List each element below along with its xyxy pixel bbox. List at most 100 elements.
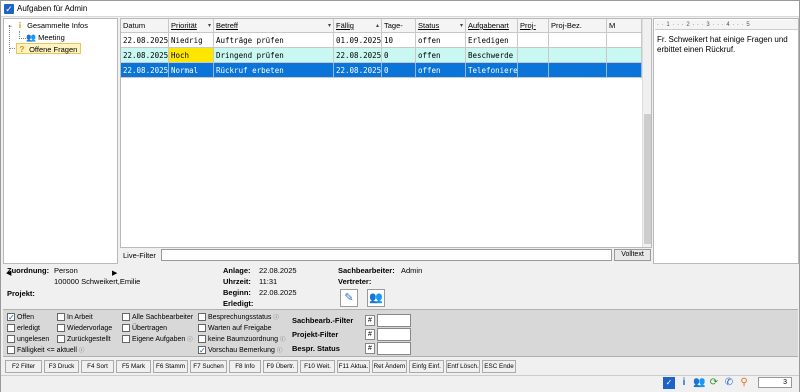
f9-uebertr-button[interactable]: F9 Übertr. [263, 360, 298, 373]
collapse-icon[interactable]: − [5, 22, 15, 33]
einfg-einf-button[interactable]: Einfg Einf. [409, 360, 444, 373]
f7-suchen-button[interactable]: F7 Suchen [190, 360, 227, 373]
checkbox[interactable] [57, 313, 65, 321]
filter-erledigt[interactable]: erledigt [7, 324, 40, 333]
task-grid[interactable]: Datum Priorität ▾ Betreff ▾ Fällig ▴ Tage- … [120, 18, 652, 248]
f4-sort-button[interactable]: F4 Sort [81, 360, 114, 373]
note-panel[interactable]: · · 1 · · · 2 · · · 3 · · · 4 · · · 5 Fr… [653, 18, 799, 264]
page-number-field[interactable]: 3 [758, 377, 792, 388]
f5-mark-button[interactable]: F5 Mark [116, 360, 151, 373]
filter-ungelesen[interactable]: ungelesen [7, 335, 49, 344]
table-row[interactable]: 22.08.2025 Hoch Dringend prüfen 22.08.20… [121, 48, 642, 63]
filter-offen[interactable]: ✓ Offen [7, 313, 34, 322]
column-header-proj-bez[interactable]: Proj-Bez. [549, 19, 607, 33]
tree-item-meeting[interactable]: 👥 Meeting [26, 32, 65, 43]
checkbox[interactable] [122, 324, 130, 332]
checkbox-label: Übertragen [132, 325, 168, 332]
phone-icon[interactable]: ✆ [723, 377, 735, 389]
location-pin-icon[interactable]: ⚲ [738, 377, 750, 389]
info-icon[interactable]: i [678, 377, 690, 389]
filter-warten-auf-freigabe[interactable]: Warten auf Freigabe [198, 324, 272, 333]
checkbox[interactable] [7, 346, 15, 354]
projekt-label: Projekt: [7, 289, 35, 298]
f8-info-button[interactable]: F8 Info [229, 360, 261, 373]
note-text[interactable]: Fr. Schweikert hat einige Fragen und erb… [657, 35, 797, 55]
checkbox-checked[interactable]: ✓ [7, 313, 15, 322]
contacts-icon[interactable]: 👥 [367, 289, 385, 307]
projekt-filter-input[interactable] [377, 328, 411, 341]
ret-aendern-button[interactable]: Ret Ändern [372, 360, 407, 373]
refresh-icon[interactable]: ⟳ [708, 377, 720, 389]
cell-tage: 0 [382, 48, 416, 63]
filter-vorschau-bemerkung[interactable]: ✓ Vorschau Bemerkung ⓘ [198, 346, 282, 355]
info-icon[interactable]: ⓘ [280, 337, 286, 343]
category-tree[interactable]: − i Gesammelte Infos 👥 Meeting ? Offene F… [3, 18, 118, 277]
filter-eigene-aufgaben[interactable]: Eigene Aufgaben ⓘ [122, 335, 193, 344]
f10-weit-button[interactable]: F10 Weit. [300, 360, 335, 373]
cell-proj-bez [549, 33, 607, 48]
column-header-tage[interactable]: Tage- [382, 19, 416, 33]
checkbox-icon[interactable]: ✓ [663, 377, 675, 389]
column-header-proj[interactable]: Proj- [518, 19, 549, 33]
column-header-m[interactable]: M [607, 19, 642, 33]
scroll-right-icon[interactable]: ▶ [112, 269, 117, 277]
checkbox[interactable] [198, 313, 206, 321]
info-icon[interactable]: ⓘ [79, 348, 85, 354]
cell-proj [518, 48, 549, 63]
entf-loesch-button[interactable]: Entf Lösch. [446, 360, 480, 373]
f6-stamm-button[interactable]: F6 Stamm [153, 360, 188, 373]
tree-item-gesammelte-infos[interactable]: − i Gesammelte Infos [5, 20, 88, 31]
tree-item-offene-fragen[interactable]: ? Offene Fragen [16, 43, 82, 54]
checkbox-label: Wiedervorlage [67, 325, 113, 332]
checkbox[interactable] [7, 324, 15, 332]
column-header-aufgabenart[interactable]: Aufgabenart [466, 19, 518, 33]
pen-edit-icon[interactable]: ✎ [340, 289, 358, 307]
cell-status: offen [416, 48, 466, 63]
filter-zurueckgestellt[interactable]: Zurückgestellt [57, 335, 111, 344]
column-header-betreff[interactable]: Betreff ▾ [214, 19, 334, 33]
users-icon[interactable]: 👥 [693, 377, 705, 389]
scrollbar-thumb[interactable] [644, 114, 651, 244]
filter-wiedervorlage[interactable]: Wiedervorlage [57, 324, 112, 333]
f3-druck-button[interactable]: F3 Druck [44, 360, 79, 373]
projekt-filter-hash[interactable]: # [365, 329, 375, 340]
checkbox[interactable] [122, 335, 130, 343]
anlage-label: Anlage: [223, 266, 251, 275]
checkbox[interactable] [198, 335, 206, 343]
filter-alle-sachbearbeiter[interactable]: Alle Sachbearbeiter [122, 313, 193, 322]
filter-uebertragen[interactable]: Übertragen [122, 324, 167, 333]
filter-faelligkeit[interactable]: Fälligkeit <= aktuell ⓘ [7, 346, 84, 355]
live-filter-input[interactable] [161, 249, 612, 261]
checkbox[interactable] [57, 335, 65, 343]
filter-in-arbeit[interactable]: In Arbeit [57, 313, 93, 322]
bespr-status-input[interactable] [377, 342, 411, 355]
checkbox[interactable] [57, 324, 65, 332]
beginn-label: Beginn: [223, 288, 251, 297]
f2-filter-button[interactable]: F2 Filter [5, 360, 42, 373]
filter-besprechungsstatus[interactable]: Besprechungsstatus ⓘ [198, 313, 279, 322]
column-header-prioritaet[interactable]: Priorität ▾ [169, 19, 214, 33]
filter-keine-baumzuordnung[interactable]: keine Baumzuordnung ⓘ [198, 335, 286, 344]
checkbox-label: Vorschau Bemerkung [208, 347, 275, 354]
checkbox[interactable] [122, 313, 130, 321]
checkbox[interactable] [7, 335, 15, 343]
info-icon[interactable]: ⓘ [277, 348, 283, 354]
table-row-selected[interactable]: 22.08.2025 Normal Rückruf erbeten 22.08.… [121, 63, 642, 78]
vertical-scrollbar[interactable] [642, 19, 651, 247]
checkbox-checked[interactable]: ✓ [198, 346, 206, 355]
sachbearb-filter-hash[interactable]: # [365, 315, 375, 326]
checkbox-label: keine Baumzuordnung [208, 336, 279, 343]
bespr-status-hash[interactable]: # [365, 343, 375, 354]
esc-ende-button[interactable]: ESC Ende [482, 360, 516, 373]
column-header-faellig[interactable]: Fällig ▴ [334, 19, 382, 33]
column-header-status[interactable]: Status ▾ [416, 19, 466, 33]
info-icon[interactable]: ⓘ [273, 315, 279, 321]
sachbearb-filter-input[interactable] [377, 314, 411, 327]
f11-aktua-button[interactable]: F11 Aktua. [337, 360, 370, 373]
column-header-datum[interactable]: Datum [121, 19, 169, 33]
info-icon[interactable]: ⓘ [187, 337, 193, 343]
checkbox[interactable] [198, 324, 206, 332]
table-row[interactable]: 22.08.2025 Niedrig Aufträge prüfen 01.09… [121, 33, 642, 48]
volltext-button[interactable]: Volltext [614, 249, 651, 261]
cell-faellig: 22.08.2025 [334, 63, 382, 78]
